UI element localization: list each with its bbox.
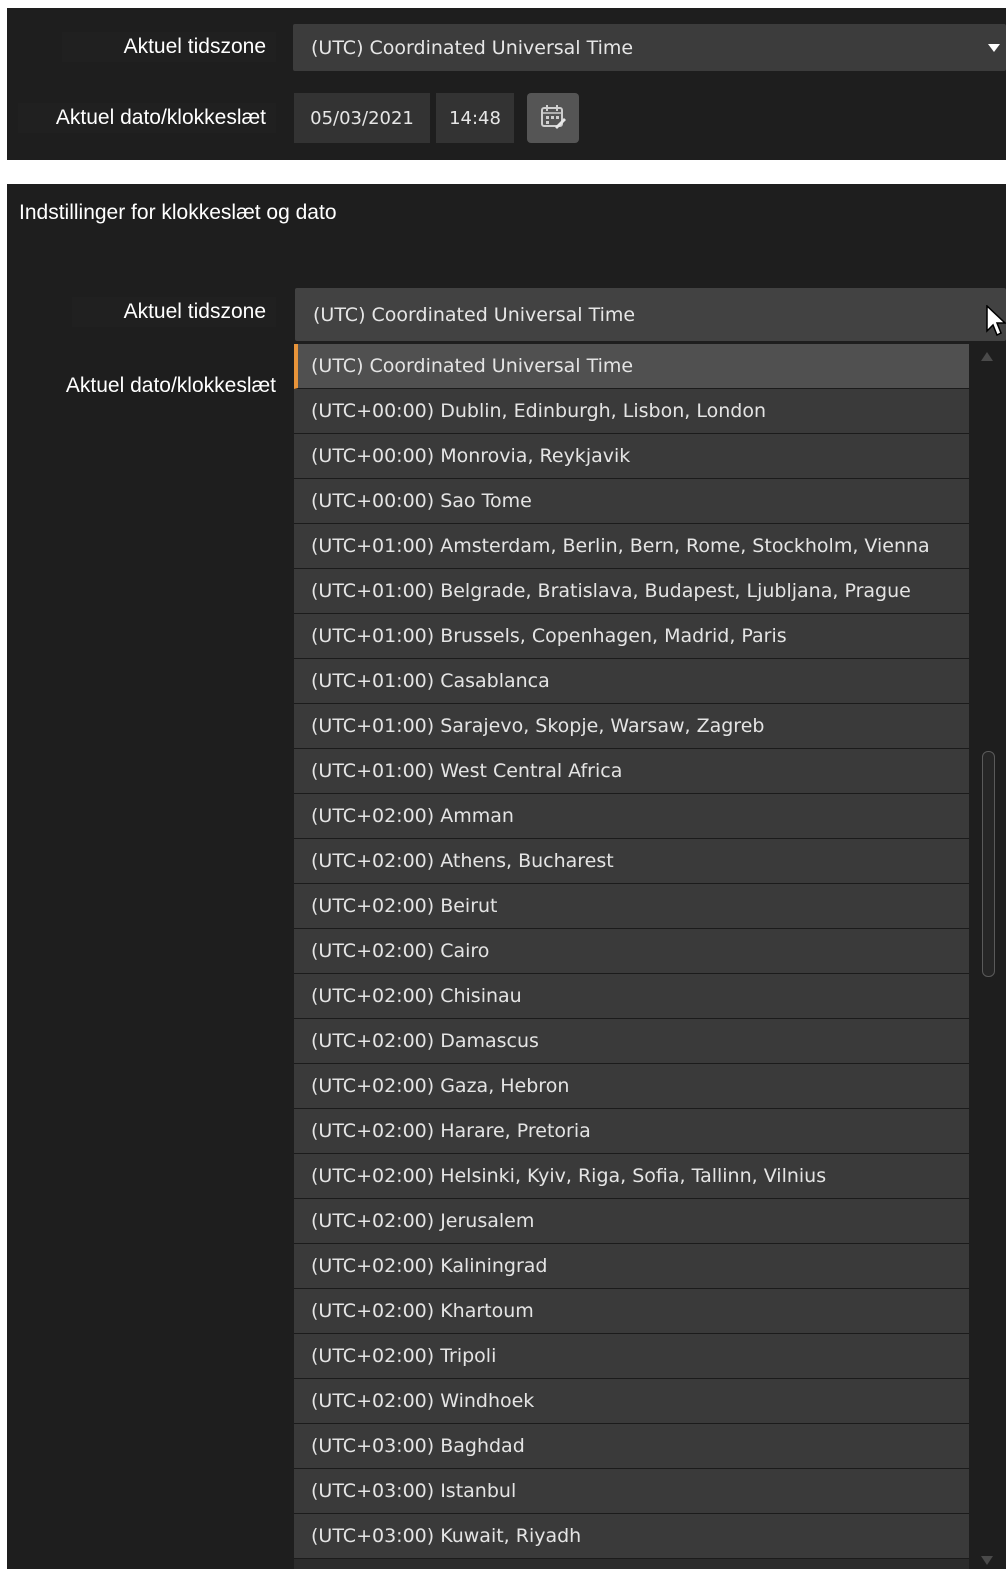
datetime-label: Aktuel dato/klokkeslæt bbox=[18, 103, 276, 133]
timezone-option[interactable]: (UTC+01:00) Brussels, Copenhagen, Madrid… bbox=[294, 614, 969, 659]
timezone-option[interactable]: (UTC+02:00) Amman bbox=[294, 794, 969, 839]
timezone-option[interactable]: (UTC+00:00) Monrovia, Reykjavik bbox=[294, 434, 969, 479]
timezone-option[interactable]: (UTC+01:00) West Central Africa bbox=[294, 749, 969, 794]
settings-datetime-label: Aktuel dato/klokkeslæt bbox=[28, 371, 286, 401]
timezone-option[interactable]: (UTC) Coordinated Universal Time bbox=[294, 344, 969, 389]
timezone-option[interactable]: (UTC+02:00) Tripoli bbox=[294, 1334, 969, 1379]
timezone-option[interactable]: (UTC+02:00) Windhoek bbox=[294, 1379, 969, 1424]
dropdown-scrollbar[interactable] bbox=[975, 344, 1000, 1569]
timezone-option[interactable]: (UTC+02:00) Cairo bbox=[294, 929, 969, 974]
timezone-option[interactable]: (UTC+02:00) Beirut bbox=[294, 884, 969, 929]
scroll-up-arrow-icon[interactable] bbox=[981, 352, 993, 361]
timezone-select[interactable]: (UTC) Coordinated Universal Time bbox=[293, 24, 1006, 71]
timezone-option[interactable]: (UTC+03:00) Istanbul bbox=[294, 1469, 969, 1514]
timezone-option[interactable]: (UTC+02:00) Kaliningrad bbox=[294, 1244, 969, 1289]
timezone-option[interactable]: (UTC+00:00) Dublin, Edinburgh, Lisbon, L… bbox=[294, 389, 969, 434]
timezone-option[interactable]: (UTC+01:00) Casablanca bbox=[294, 659, 969, 704]
timezone-option[interactable]: (UTC+02:00) Athens, Bucharest bbox=[294, 839, 969, 884]
date-field[interactable]: 05/03/2021 bbox=[294, 93, 430, 143]
timezone-option[interactable]: (UTC+01:00) Sarajevo, Skopje, Warsaw, Za… bbox=[294, 704, 969, 749]
section-title: Indstillinger for klokkeslæt og dato bbox=[19, 201, 337, 224]
timezone-label: Aktuel tidszone bbox=[62, 32, 276, 62]
timezone-select-value: (UTC) Coordinated Universal Time bbox=[311, 36, 634, 59]
calendar-icon bbox=[540, 103, 566, 134]
timezone-option[interactable]: (UTC+03:00) Kuwait, Riyadh bbox=[294, 1514, 969, 1559]
timezone-option[interactable]: (UTC+01:00) Amsterdam, Berlin, Bern, Rom… bbox=[294, 524, 969, 569]
timezone-dropdown-list[interactable]: (UTC) Coordinated Universal Time (UTC+00:… bbox=[294, 344, 969, 1569]
settings-timezone-select[interactable]: (UTC) Coordinated Universal Time bbox=[295, 288, 1006, 341]
mouse-pointer-icon bbox=[986, 304, 1006, 342]
timezone-option[interactable]: (UTC+02:00) Jerusalem bbox=[294, 1199, 969, 1244]
settings-timezone-label: Aktuel tidszone bbox=[72, 297, 276, 327]
scroll-thumb[interactable] bbox=[982, 751, 995, 977]
timezone-option[interactable]: (UTC+02:00) Chisinau bbox=[294, 974, 969, 1019]
timezone-option[interactable]: (UTC+02:00) Helsinki, Kyiv, Riga, Sofia,… bbox=[294, 1154, 969, 1199]
timezone-option[interactable]: (UTC+03:00) Baghdad bbox=[294, 1424, 969, 1469]
timezone-option[interactable]: (UTC+01:00) Belgrade, Bratislava, Budape… bbox=[294, 569, 969, 614]
time-field[interactable]: 14:48 bbox=[436, 93, 514, 143]
timezone-option[interactable]: (UTC+02:00) Gaza, Hebron bbox=[294, 1064, 969, 1109]
timezone-option[interactable]: (UTC+02:00) Damascus bbox=[294, 1019, 969, 1064]
timezone-option[interactable]: (UTC+02:00) Harare, Pretoria bbox=[294, 1109, 969, 1154]
scroll-down-arrow-icon[interactable] bbox=[981, 1556, 993, 1565]
timezone-option[interactable]: (UTC+02:00) Khartoum bbox=[294, 1289, 969, 1334]
timezone-option[interactable]: (UTC+00:00) Sao Tome bbox=[294, 479, 969, 524]
settings-timezone-select-value: (UTC) Coordinated Universal Time bbox=[313, 303, 636, 326]
chevron-down-icon[interactable] bbox=[988, 43, 1000, 52]
calendar-button[interactable] bbox=[527, 93, 579, 143]
